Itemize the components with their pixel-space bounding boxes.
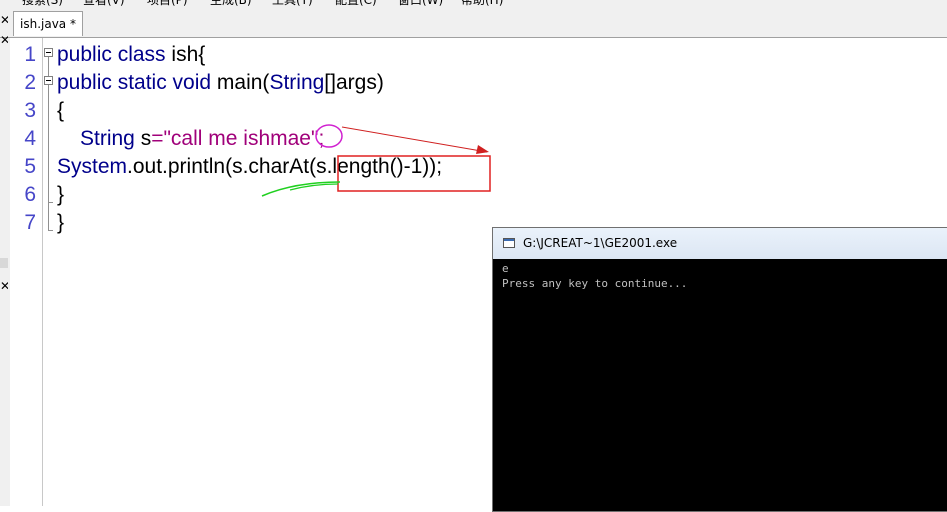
fold-end-mark: [48, 230, 53, 231]
code-text: }: [57, 183, 65, 206]
console-titlebar[interactable]: G:\JCREAT~1\GE2001.exe: [493, 228, 947, 260]
close-icon[interactable]: ✕: [0, 14, 8, 26]
menu-view[interactable]: 查看(V): [83, 0, 125, 8]
semicolon: ;: [318, 127, 325, 150]
line-number: 3: [24, 99, 36, 122]
line-number: 6: [24, 183, 36, 206]
panel-handle[interactable]: [0, 258, 8, 268]
fold-toggle-icon[interactable]: [44, 48, 53, 57]
menu-window[interactable]: 窗口(W): [398, 0, 443, 8]
string-literal: "call me ishmae": [163, 127, 319, 150]
fold-guide: [48, 85, 49, 230]
annotation-arrowhead: [476, 145, 489, 154]
fold-end-mark: [48, 202, 53, 203]
console-title: G:\JCREAT~1\GE2001.exe: [523, 236, 678, 250]
console-window[interactable]: G:\JCREAT~1\GE2001.exe e Press any key t…: [492, 227, 947, 512]
code-line-6[interactable]: }: [57, 181, 64, 209]
line-number: 2: [24, 71, 36, 94]
code-text: main(: [211, 71, 270, 94]
code-text: s: [134, 127, 152, 150]
code-line-5[interactable]: System.out.println(s.charAt(s.length()-1…: [57, 153, 442, 181]
close-icon[interactable]: ✕: [0, 34, 8, 46]
keyword: public class: [57, 43, 166, 66]
menu-search[interactable]: 搜索(S): [22, 0, 63, 8]
tab-bar: ish.java *: [0, 8, 947, 38]
keyword: String: [269, 71, 325, 94]
line-number: 4: [24, 127, 36, 150]
fold-toggle-icon[interactable]: [44, 76, 53, 85]
code-line-3[interactable]: {: [57, 97, 64, 125]
console-app-icon: [503, 238, 515, 248]
code-line-4[interactable]: String s="call me ishmae";: [80, 125, 324, 153]
operator: =: [151, 127, 164, 150]
tab-ish-java[interactable]: ish.java *: [13, 11, 83, 36]
console-output-line: Press any key to continue...: [502, 277, 688, 290]
keyword: System: [57, 155, 128, 178]
menu-help[interactable]: 帮助(H): [461, 0, 503, 8]
console-output-line: e: [502, 262, 509, 275]
line-number: 7: [24, 211, 36, 234]
menu-project[interactable]: 项目(P): [147, 0, 188, 8]
keyword: public static void: [57, 71, 212, 94]
line-number: 5: [24, 155, 36, 178]
code-text: {: [57, 99, 65, 122]
menu-tools[interactable]: 工具(T): [272, 0, 313, 8]
fold-guide: [48, 57, 49, 77]
menu-bar: 搜索(S) 查看(V) 项目(P) 生成(B) 工具(T) 配置(C) 窗口(W…: [0, 0, 947, 8]
annotation-underline: [289, 183, 339, 191]
menu-config[interactable]: 配置(C): [335, 0, 377, 8]
side-panel-edge: ✕ ✕ ✕: [0, 14, 10, 506]
code-line-1[interactable]: public class ish{: [57, 41, 205, 69]
annotation-underline: [261, 181, 341, 197]
code-text: ish{: [165, 43, 206, 66]
line-number: 1: [24, 43, 36, 66]
code-text: }: [57, 211, 65, 234]
annotation-arrow-line: [341, 126, 488, 153]
keyword: String: [80, 127, 135, 150]
code-text: .out.println(s.charAt(s.length()-1));: [127, 155, 443, 178]
code-text: []args): [324, 71, 384, 94]
close-icon[interactable]: ✕: [0, 280, 8, 292]
code-line-2[interactable]: public static void main(String[]args): [57, 69, 384, 97]
menu-build[interactable]: 生成(B): [210, 0, 252, 8]
code-line-7[interactable]: }: [57, 209, 64, 237]
console-output[interactable]: e Press any key to continue...: [493, 259, 947, 511]
